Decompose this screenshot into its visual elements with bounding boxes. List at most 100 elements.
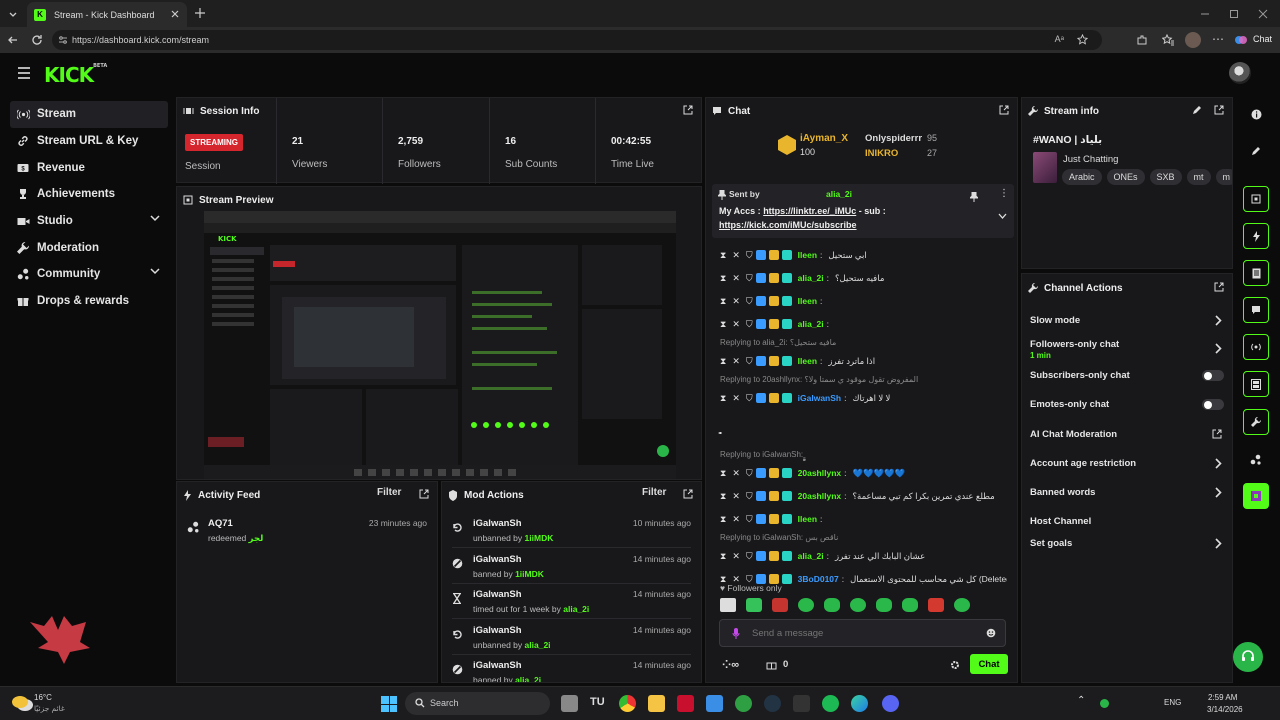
chat-input-box[interactable] <box>719 619 1006 647</box>
gift-icon[interactable] <box>766 659 777 670</box>
emote-1-icon[interactable] <box>720 598 736 612</box>
ban-action-icon[interactable]: ✕ <box>732 393 740 404</box>
profile-avatar[interactable] <box>1185 32 1201 48</box>
reply-context[interactable]: Replying to iGalwanSh: ناقص بس <box>720 533 838 542</box>
emote-5-icon[interactable] <box>824 598 840 612</box>
popout-icon[interactable] <box>683 489 693 499</box>
user-avatar[interactable] <box>1229 62 1251 84</box>
discord-icon[interactable] <box>882 695 899 712</box>
sidebar-item-revenue[interactable]: $ Revenue <box>10 154 168 181</box>
ban-action-icon[interactable]: ✕ <box>732 468 740 479</box>
tu-app-icon[interactable]: TU <box>590 696 605 708</box>
chevron-right-icon[interactable] <box>1215 538 1222 549</box>
ban-action-icon[interactable]: ✕ <box>732 491 740 502</box>
edit-icon[interactable] <box>1243 138 1269 164</box>
amd-icon[interactable] <box>677 695 694 712</box>
activity-filter-button[interactable]: Filter <box>377 487 401 498</box>
tools-toggle-icon[interactable] <box>1243 409 1269 435</box>
close-window-icon[interactable] <box>1258 9 1268 19</box>
maximize-icon[interactable] <box>1229 9 1239 19</box>
minimize-icon[interactable] <box>1200 9 1210 19</box>
support-chat-button[interactable] <box>1233 642 1263 672</box>
kick-logo[interactable]: KICKBETA <box>44 63 107 87</box>
chat-username[interactable]: Ileen <box>798 296 817 306</box>
channel-action-slow-mode[interactable]: Slow mode <box>1030 315 1224 335</box>
mod-action-item[interactable]: iGalwanSh timed out for 1 week by alia_2i… <box>452 589 691 619</box>
new-tab-icon[interactable] <box>194 7 206 19</box>
chat-message[interactable]: ⧗ ✕ ⛉ Ileen: <box>720 510 1007 528</box>
tag-pill[interactable]: ONEs <box>1106 169 1145 185</box>
chat-message[interactable]: ⧗ ✕ ⛉ 20ashllynx: مطلع عندي تمرين بكرا كم تب… <box>720 487 1007 505</box>
chat-message[interactable]: ⧗ ✕ ⛉ alia_2i: <box>720 315 1007 333</box>
emote-8-icon[interactable] <box>902 598 918 612</box>
windows-start-icon[interactable] <box>381 696 397 712</box>
browser-chat-label[interactable]: Chat <box>1253 34 1272 44</box>
stream-preview-toggle-icon[interactable] <box>1243 186 1269 212</box>
chevron-down-icon[interactable] <box>150 215 160 222</box>
mod-target-user[interactable]: iGalwanSh <box>473 660 541 671</box>
url-field[interactable]: https://dashboard.kick.com/stream Aᵃ <box>52 30 1102 50</box>
browser-tab[interactable]: K Stream - Kick Dashboard <box>27 2 187 27</box>
community-toggle-icon[interactable] <box>1243 446 1269 472</box>
xbox-icon[interactable] <box>735 695 752 712</box>
chat-toggle-icon[interactable] <box>1243 297 1269 323</box>
weather-icon[interactable] <box>12 696 28 708</box>
chat-username[interactable]: 20ashllynx <box>798 468 841 478</box>
chat-message[interactable]: ⧗ ✕ ⛉ Ileen: <box>720 292 1007 310</box>
chat-message[interactable]: ⧗ ✕ ⛉ Ileen: ابي ستحيل <box>720 246 1007 264</box>
tag-pill[interactable]: m <box>1215 169 1232 185</box>
channel-action-ai-chat-moderation[interactable]: AI Chat Moderation <box>1030 429 1224 449</box>
reload-icon[interactable] <box>31 34 43 46</box>
file-explorer-icon[interactable] <box>648 695 665 712</box>
emoji-icon[interactable] <box>986 628 996 638</box>
timeout-action-icon[interactable]: ⧗ <box>720 319 726 330</box>
mod-filter-button[interactable]: Filter <box>642 487 666 498</box>
send-chat-button[interactable]: Chat <box>970 654 1008 674</box>
channel-action-followers-only-chat[interactable]: Followers-only chat 1 min <box>1030 339 1224 360</box>
ban-action-icon[interactable]: ✕ <box>732 551 740 562</box>
epic-games-icon[interactable] <box>793 695 810 712</box>
clock-time[interactable]: 2:59 AM <box>1208 693 1237 702</box>
favorites-icon[interactable] <box>1162 34 1174 46</box>
mod-action-item[interactable]: iGalwanSh banned by alia_2i 14 minutes ago <box>452 660 691 682</box>
chat-message[interactable]: ⧗ ✕ ⛉ iGalwanSh: لا لا اهرتاك <box>720 389 1007 407</box>
broadcast-toggle-icon[interactable] <box>1243 334 1269 360</box>
sidebar-item-studio[interactable]: Studio <box>10 208 168 235</box>
mod-action-item[interactable]: iGalwanSh unbanned by 1iiMDK 10 minutes ag… <box>452 518 691 548</box>
ban-action-icon[interactable]: ✕ <box>732 273 740 284</box>
popout-icon[interactable] <box>419 489 429 499</box>
ban-action-icon[interactable]: ✕ <box>732 296 740 307</box>
pinned-more-icon[interactable]: ⋮ <box>999 188 1009 199</box>
timeout-action-icon[interactable]: ⧗ <box>720 273 726 284</box>
timeout-action-icon[interactable]: ⧗ <box>720 514 726 525</box>
chevron-down-icon[interactable] <box>150 268 160 275</box>
copilot-icon[interactable] <box>1234 33 1248 47</box>
ban-action-icon[interactable]: ✕ <box>732 356 740 367</box>
external-link-icon[interactable] <box>1212 429 1222 439</box>
reply-context[interactable]: Replying to 20ashllynx: المفروض تقول موق… <box>720 375 918 384</box>
weather-temp[interactable]: 16°C <box>34 693 52 702</box>
sidebar-item-community[interactable]: Community <box>10 261 168 288</box>
channel-action-host-channel[interactable]: Host Channel <box>1030 516 1224 536</box>
chat-message[interactable]: ⧗ ✕ ⛉ alia_2i: مافيه ستحيل؟ <box>720 269 1007 287</box>
language-indicator[interactable]: ENG <box>1164 698 1181 707</box>
back-icon[interactable] <box>7 34 19 46</box>
stream-preview-video[interactable]: KICK <box>204 211 676 479</box>
extension-app-icon[interactable] <box>1243 483 1269 509</box>
gift-leaderboard[interactable]: iAyman_X 100 Onlyspiderrr 95 INIKRO 27 <box>776 130 956 160</box>
toggle-switch[interactable] <box>1202 370 1224 381</box>
mod-target-user[interactable]: iGalwanSh <box>473 625 551 636</box>
edit-pencil-icon[interactable] <box>1192 105 1202 115</box>
chrome-icon[interactable] <box>619 695 636 712</box>
chat-message[interactable]: ⧗ ✕ ⛉ Ileen: اذا ماترد تفرز <box>720 352 1007 370</box>
emote-3-icon[interactable] <box>772 598 788 612</box>
taskbar-search[interactable]: Search <box>405 692 550 715</box>
unpin-icon[interactable] <box>970 192 978 202</box>
spotify-icon[interactable] <box>822 695 839 712</box>
tray-overflow-icon[interactable]: ⌃ <box>1077 695 1085 706</box>
clock-date[interactable]: 3/14/2026 <box>1207 705 1243 714</box>
timeout-action-icon[interactable]: ⧗ <box>720 356 726 367</box>
timeout-action-icon[interactable]: ⧗ <box>720 393 726 404</box>
channel-action-account-age-restriction[interactable]: Account age restriction <box>1030 458 1224 478</box>
emote-4-icon[interactable] <box>798 598 814 612</box>
